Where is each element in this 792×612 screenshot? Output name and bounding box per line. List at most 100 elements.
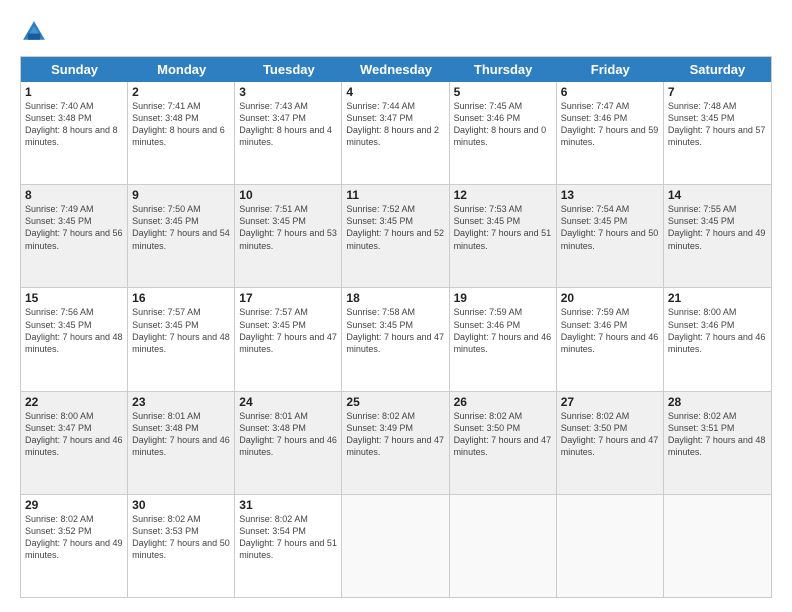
- day-number: 20: [561, 291, 659, 305]
- calendar-day-cell: 21Sunrise: 8:00 AMSunset: 3:46 PMDayligh…: [664, 288, 771, 390]
- calendar-day-cell: 17Sunrise: 7:57 AMSunset: 3:45 PMDayligh…: [235, 288, 342, 390]
- day-number: 28: [668, 395, 767, 409]
- day-number: 30: [132, 498, 230, 512]
- day-detail: Sunrise: 7:47 AMSunset: 3:46 PMDaylight:…: [561, 100, 659, 149]
- day-of-week-header: Sunday: [21, 57, 128, 82]
- day-number: 13: [561, 188, 659, 202]
- day-number: 18: [346, 291, 444, 305]
- day-of-week-header: Wednesday: [342, 57, 449, 82]
- day-detail: Sunrise: 8:02 AMSunset: 3:51 PMDaylight:…: [668, 410, 767, 459]
- calendar-body: 1Sunrise: 7:40 AMSunset: 3:48 PMDaylight…: [21, 82, 771, 597]
- calendar-day-cell: 24Sunrise: 8:01 AMSunset: 3:48 PMDayligh…: [235, 392, 342, 494]
- calendar-week: 1Sunrise: 7:40 AMSunset: 3:48 PMDaylight…: [21, 82, 771, 185]
- calendar-day-cell: 23Sunrise: 8:01 AMSunset: 3:48 PMDayligh…: [128, 392, 235, 494]
- calendar-week: 15Sunrise: 7:56 AMSunset: 3:45 PMDayligh…: [21, 288, 771, 391]
- day-detail: Sunrise: 7:54 AMSunset: 3:45 PMDaylight:…: [561, 203, 659, 252]
- day-detail: Sunrise: 8:01 AMSunset: 3:48 PMDaylight:…: [239, 410, 337, 459]
- day-detail: Sunrise: 7:57 AMSunset: 3:45 PMDaylight:…: [239, 306, 337, 355]
- day-number: 7: [668, 85, 767, 99]
- day-detail: Sunrise: 7:40 AMSunset: 3:48 PMDaylight:…: [25, 100, 123, 149]
- day-detail: Sunrise: 7:49 AMSunset: 3:45 PMDaylight:…: [25, 203, 123, 252]
- header: [20, 18, 772, 46]
- day-detail: Sunrise: 7:57 AMSunset: 3:45 PMDaylight:…: [132, 306, 230, 355]
- logo-icon: [20, 18, 48, 46]
- calendar-day-cell: 6Sunrise: 7:47 AMSunset: 3:46 PMDaylight…: [557, 82, 664, 184]
- page: SundayMondayTuesdayWednesdayThursdayFrid…: [0, 0, 792, 612]
- calendar-day-cell: 14Sunrise: 7:55 AMSunset: 3:45 PMDayligh…: [664, 185, 771, 287]
- day-detail: Sunrise: 8:00 AMSunset: 3:46 PMDaylight:…: [668, 306, 767, 355]
- calendar-day-cell: 26Sunrise: 8:02 AMSunset: 3:50 PMDayligh…: [450, 392, 557, 494]
- calendar-day-cell: 9Sunrise: 7:50 AMSunset: 3:45 PMDaylight…: [128, 185, 235, 287]
- calendar-day-cell: 7Sunrise: 7:48 AMSunset: 3:45 PMDaylight…: [664, 82, 771, 184]
- day-number: 23: [132, 395, 230, 409]
- calendar: SundayMondayTuesdayWednesdayThursdayFrid…: [20, 56, 772, 598]
- day-detail: Sunrise: 7:53 AMSunset: 3:45 PMDaylight:…: [454, 203, 552, 252]
- calendar-day-cell: 22Sunrise: 8:00 AMSunset: 3:47 PMDayligh…: [21, 392, 128, 494]
- calendar-day-cell: 2Sunrise: 7:41 AMSunset: 3:48 PMDaylight…: [128, 82, 235, 184]
- day-number: 16: [132, 291, 230, 305]
- calendar-header-row: SundayMondayTuesdayWednesdayThursdayFrid…: [21, 57, 771, 82]
- day-number: 14: [668, 188, 767, 202]
- calendar-day-cell: 1Sunrise: 7:40 AMSunset: 3:48 PMDaylight…: [21, 82, 128, 184]
- calendar-day-cell: 31Sunrise: 8:02 AMSunset: 3:54 PMDayligh…: [235, 495, 342, 597]
- calendar-week: 22Sunrise: 8:00 AMSunset: 3:47 PMDayligh…: [21, 392, 771, 495]
- calendar-day-cell: 20Sunrise: 7:59 AMSunset: 3:46 PMDayligh…: [557, 288, 664, 390]
- day-detail: Sunrise: 7:44 AMSunset: 3:47 PMDaylight:…: [346, 100, 444, 149]
- day-of-week-header: Friday: [557, 57, 664, 82]
- day-detail: Sunrise: 7:41 AMSunset: 3:48 PMDaylight:…: [132, 100, 230, 149]
- day-number: 2: [132, 85, 230, 99]
- calendar-day-cell: 3Sunrise: 7:43 AMSunset: 3:47 PMDaylight…: [235, 82, 342, 184]
- day-number: 17: [239, 291, 337, 305]
- day-number: 15: [25, 291, 123, 305]
- day-number: 12: [454, 188, 552, 202]
- calendar-day-cell: 25Sunrise: 8:02 AMSunset: 3:49 PMDayligh…: [342, 392, 449, 494]
- calendar-week: 29Sunrise: 8:02 AMSunset: 3:52 PMDayligh…: [21, 495, 771, 597]
- calendar-day-cell: 13Sunrise: 7:54 AMSunset: 3:45 PMDayligh…: [557, 185, 664, 287]
- calendar-day-cell: 19Sunrise: 7:59 AMSunset: 3:46 PMDayligh…: [450, 288, 557, 390]
- day-number: 11: [346, 188, 444, 202]
- calendar-day-cell: 8Sunrise: 7:49 AMSunset: 3:45 PMDaylight…: [21, 185, 128, 287]
- day-detail: Sunrise: 8:02 AMSunset: 3:52 PMDaylight:…: [25, 513, 123, 562]
- day-detail: Sunrise: 7:48 AMSunset: 3:45 PMDaylight:…: [668, 100, 767, 149]
- day-detail: Sunrise: 7:59 AMSunset: 3:46 PMDaylight:…: [561, 306, 659, 355]
- logo: [20, 18, 52, 46]
- day-detail: Sunrise: 8:01 AMSunset: 3:48 PMDaylight:…: [132, 410, 230, 459]
- calendar-day-cell: 12Sunrise: 7:53 AMSunset: 3:45 PMDayligh…: [450, 185, 557, 287]
- day-of-week-header: Monday: [128, 57, 235, 82]
- day-number: 5: [454, 85, 552, 99]
- day-number: 8: [25, 188, 123, 202]
- day-detail: Sunrise: 7:56 AMSunset: 3:45 PMDaylight:…: [25, 306, 123, 355]
- calendar-day-cell: 29Sunrise: 8:02 AMSunset: 3:52 PMDayligh…: [21, 495, 128, 597]
- day-number: 21: [668, 291, 767, 305]
- day-detail: Sunrise: 7:50 AMSunset: 3:45 PMDaylight:…: [132, 203, 230, 252]
- day-detail: Sunrise: 8:00 AMSunset: 3:47 PMDaylight:…: [25, 410, 123, 459]
- calendar-day-cell: 30Sunrise: 8:02 AMSunset: 3:53 PMDayligh…: [128, 495, 235, 597]
- day-detail: Sunrise: 8:02 AMSunset: 3:54 PMDaylight:…: [239, 513, 337, 562]
- day-detail: Sunrise: 8:02 AMSunset: 3:53 PMDaylight:…: [132, 513, 230, 562]
- day-detail: Sunrise: 7:55 AMSunset: 3:45 PMDaylight:…: [668, 203, 767, 252]
- day-number: 25: [346, 395, 444, 409]
- day-number: 9: [132, 188, 230, 202]
- calendar-day-cell: 15Sunrise: 7:56 AMSunset: 3:45 PMDayligh…: [21, 288, 128, 390]
- day-number: 19: [454, 291, 552, 305]
- day-detail: Sunrise: 7:45 AMSunset: 3:46 PMDaylight:…: [454, 100, 552, 149]
- day-detail: Sunrise: 7:58 AMSunset: 3:45 PMDaylight:…: [346, 306, 444, 355]
- day-detail: Sunrise: 7:52 AMSunset: 3:45 PMDaylight:…: [346, 203, 444, 252]
- calendar-day-cell: 18Sunrise: 7:58 AMSunset: 3:45 PMDayligh…: [342, 288, 449, 390]
- day-number: 29: [25, 498, 123, 512]
- day-detail: Sunrise: 8:02 AMSunset: 3:50 PMDaylight:…: [454, 410, 552, 459]
- day-of-week-header: Saturday: [664, 57, 771, 82]
- day-number: 1: [25, 85, 123, 99]
- day-detail: Sunrise: 8:02 AMSunset: 3:50 PMDaylight:…: [561, 410, 659, 459]
- day-number: 31: [239, 498, 337, 512]
- day-of-week-header: Tuesday: [235, 57, 342, 82]
- day-number: 3: [239, 85, 337, 99]
- day-number: 26: [454, 395, 552, 409]
- calendar-week: 8Sunrise: 7:49 AMSunset: 3:45 PMDaylight…: [21, 185, 771, 288]
- calendar-day-cell: 4Sunrise: 7:44 AMSunset: 3:47 PMDaylight…: [342, 82, 449, 184]
- day-number: 24: [239, 395, 337, 409]
- calendar-day-cell: 10Sunrise: 7:51 AMSunset: 3:45 PMDayligh…: [235, 185, 342, 287]
- calendar-day-cell: 11Sunrise: 7:52 AMSunset: 3:45 PMDayligh…: [342, 185, 449, 287]
- calendar-day-cell: 16Sunrise: 7:57 AMSunset: 3:45 PMDayligh…: [128, 288, 235, 390]
- calendar-day-cell: 27Sunrise: 8:02 AMSunset: 3:50 PMDayligh…: [557, 392, 664, 494]
